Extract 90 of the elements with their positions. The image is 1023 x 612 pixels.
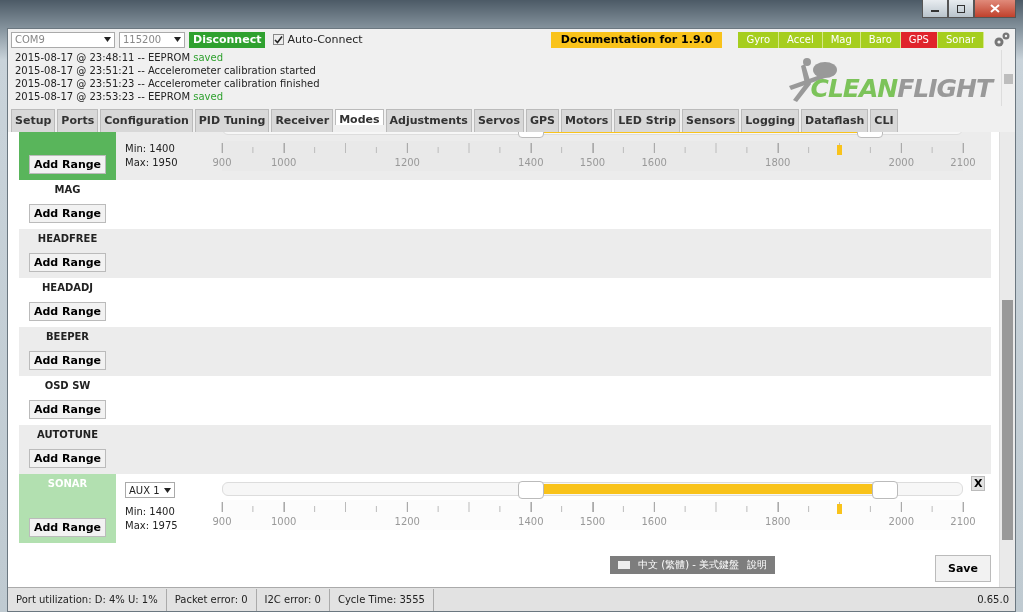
scale-label: 1400 bbox=[518, 516, 544, 527]
sensor-indicator: Accel bbox=[779, 31, 823, 48]
scale-label: 1000 bbox=[271, 157, 297, 168]
add-range-button[interactable]: Add Range bbox=[28, 351, 107, 370]
range-min: Min: 1400 bbox=[125, 142, 176, 156]
port-select[interactable]: COM9 bbox=[11, 31, 115, 48]
auto-connect-label: Auto-Connect bbox=[287, 33, 363, 46]
status-item: Cycle Time: 3555 bbox=[329, 588, 434, 611]
tab[interactable]: Adjustments bbox=[385, 109, 472, 132]
maximize-icon bbox=[956, 4, 966, 13]
sensor-indicator: GPS bbox=[900, 31, 938, 48]
add-range-button[interactable]: Add Range bbox=[28, 155, 107, 174]
tab[interactable]: PID Tuning bbox=[194, 109, 270, 132]
scale-label: 2000 bbox=[888, 157, 914, 168]
logo-drawing: CLEANFLIGHT bbox=[782, 50, 995, 106]
tab[interactable]: Ports bbox=[57, 109, 99, 132]
sensor-indicator: Baro bbox=[860, 31, 901, 48]
scale-label: 1000 bbox=[271, 516, 297, 527]
mode-name: MAG bbox=[54, 184, 81, 195]
mode-name: SONAR bbox=[47, 478, 88, 489]
channel-select[interactable]: AUX 1 bbox=[125, 482, 175, 498]
scale-label: 1500 bbox=[579, 157, 606, 168]
tab[interactable]: Setup bbox=[11, 109, 56, 132]
caret-icon bbox=[164, 487, 171, 493]
scale-label: 2100 bbox=[950, 516, 976, 527]
log-line: 2015-08-17 @ 23:48:11 -- EEPROM saved bbox=[15, 51, 225, 64]
close-icon bbox=[990, 4, 1000, 13]
scale-label: 1800 bbox=[765, 157, 791, 168]
tab[interactable]: Motors bbox=[561, 109, 613, 132]
help-link[interactable]: 說明 bbox=[747, 557, 767, 572]
save-button[interactable]: Save bbox=[935, 555, 991, 582]
remove-range-button[interactable]: X bbox=[971, 476, 986, 491]
slider-handle[interactable] bbox=[872, 481, 898, 499]
keyboard-icon bbox=[618, 560, 631, 569]
tab[interactable]: Sensors bbox=[682, 109, 740, 132]
scale-label: 900 bbox=[212, 157, 232, 168]
caret-icon bbox=[174, 37, 181, 42]
range-min: Min: 1400 bbox=[125, 505, 176, 519]
sensor-indicator: Gyro bbox=[738, 31, 780, 48]
scale-label: 1600 bbox=[641, 157, 667, 168]
add-range-button[interactable]: Add Range bbox=[28, 400, 107, 419]
scale-label: 2000 bbox=[888, 516, 914, 527]
tab[interactable]: CLI bbox=[870, 109, 898, 132]
tab[interactable]: LED Strip bbox=[614, 109, 680, 132]
scale-label: 1200 bbox=[394, 157, 420, 168]
scale-label: 1500 bbox=[579, 516, 606, 527]
tab[interactable]: GPS bbox=[525, 109, 559, 132]
add-range-button[interactable]: Add Range bbox=[28, 253, 107, 272]
caret-icon bbox=[104, 37, 111, 42]
add-range-button[interactable]: Add Range bbox=[28, 204, 107, 223]
sensor-indicator: Mag bbox=[822, 31, 861, 48]
baud-select[interactable]: 115200 bbox=[119, 31, 185, 48]
add-range-button[interactable]: Add Range bbox=[28, 449, 107, 468]
mode-name: AUTOTUNE bbox=[37, 429, 98, 440]
mode-name: BEEPER bbox=[45, 331, 90, 342]
slider-handle[interactable] bbox=[517, 481, 544, 499]
mode-name: HEADADJ bbox=[42, 282, 93, 293]
scale-label: 1600 bbox=[641, 516, 667, 527]
close-button[interactable] bbox=[974, 0, 1016, 18]
add-range-button[interactable]: Add Range bbox=[28, 302, 107, 321]
log-line: 2015-08-17 @ 23:53:23 -- EEPROM saved bbox=[15, 90, 225, 103]
tab[interactable]: Servos bbox=[473, 109, 524, 132]
documentation-button[interactable]: Documentation for 1.9.0 bbox=[550, 31, 723, 48]
scale-label: 1200 bbox=[394, 516, 420, 527]
content-scrollbar[interactable] bbox=[999, 132, 1015, 587]
add-range-button[interactable]: Add Range bbox=[28, 518, 107, 537]
status-item: I2C error: 0 bbox=[256, 588, 330, 611]
scale-label: 900 bbox=[212, 516, 232, 527]
tab[interactable]: Logging bbox=[741, 109, 800, 132]
auto-connect-checkbox[interactable] bbox=[273, 34, 285, 45]
log-line: 2015-08-17 @ 23:51:23 -- Accelerometer calibration finished bbox=[15, 77, 321, 90]
minimize-button[interactable] bbox=[922, 0, 948, 18]
tab[interactable]: Configuration bbox=[100, 109, 193, 132]
tab[interactable]: Receiver bbox=[271, 109, 334, 132]
tab[interactable]: Modes bbox=[335, 109, 384, 125]
mode-name: HEADFREE bbox=[37, 233, 98, 244]
status-item: Port utilization: D: 4% U: 1% bbox=[8, 588, 167, 611]
language-bar[interactable]: 中文 (繁體) - 美式鍵盤 說明 bbox=[610, 555, 775, 574]
mode-name: OSD SW bbox=[44, 380, 91, 391]
sensor-indicator: Sonar bbox=[937, 31, 984, 48]
log-line: 2015-08-17 @ 23:51:21 -- Accelerometer calibration started bbox=[15, 64, 317, 77]
status-item: Packet error: 0 bbox=[166, 588, 257, 611]
scale-label: 2100 bbox=[950, 157, 976, 168]
tab[interactable]: Dataflash bbox=[801, 109, 869, 132]
settings-icon[interactable] bbox=[992, 30, 1012, 49]
maximize-button[interactable] bbox=[948, 0, 974, 18]
scale-label: 1400 bbox=[518, 157, 544, 168]
scale-label: 1800 bbox=[765, 516, 791, 527]
input-language: 中文 (繁體) - 美式鍵盤 bbox=[638, 557, 739, 572]
version-label: 0.65.0 bbox=[977, 594, 1009, 605]
